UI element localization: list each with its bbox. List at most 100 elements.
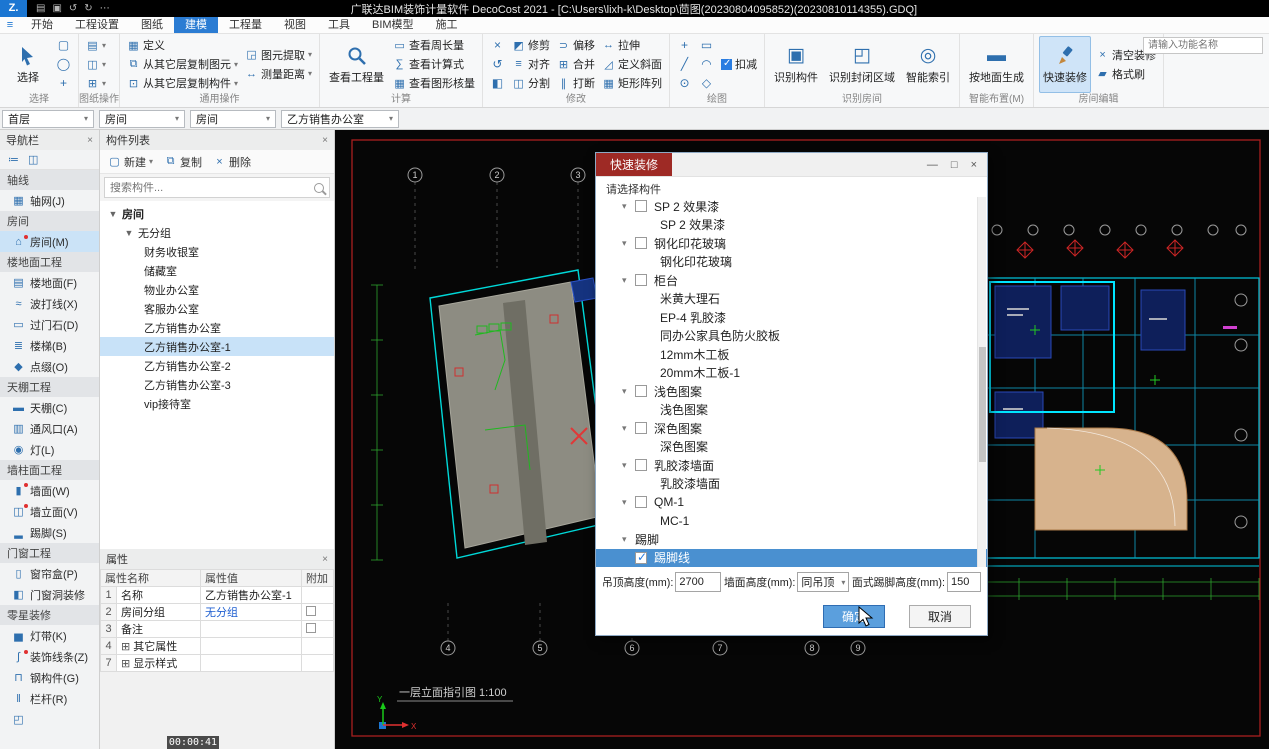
draw-arc-icon[interactable]: ◠ bbox=[697, 55, 716, 73]
tree-item[interactable]: SP 2 效果漆 bbox=[596, 216, 987, 235]
chevron-down-icon[interactable]: ▾ bbox=[622, 460, 635, 471]
tab-construction[interactable]: 施工 bbox=[425, 17, 469, 33]
sidebar-item-wall-elevation[interactable]: ◫墙立面(V) bbox=[0, 501, 99, 522]
close-icon[interactable]: × bbox=[971, 159, 977, 171]
align-button[interactable]: ≡对齐 bbox=[510, 55, 552, 73]
expand-icon[interactable]: ⊞ bbox=[121, 641, 130, 653]
tree-item[interactable]: 同办公家具色防火胶板 bbox=[596, 327, 987, 346]
nav-section-door-window-works[interactable]: 门窗工程 bbox=[0, 543, 99, 563]
sidebar-item-room[interactable]: ⌂房间(M) bbox=[0, 231, 99, 252]
wall-height-select[interactable]: 同吊顶▾ bbox=[797, 572, 849, 592]
tree-group-ungrouped[interactable]: ▼无分组 bbox=[100, 223, 334, 242]
nav-section-ceiling-works[interactable]: 天棚工程 bbox=[0, 377, 99, 397]
tree-item[interactable]: 乳胶漆墙面 bbox=[596, 475, 987, 494]
drawing-locate-button[interactable]: ⊞▾ bbox=[84, 74, 108, 92]
sidebar-item-railing[interactable]: ‖栏杆(R) bbox=[0, 688, 99, 709]
chevron-down-icon[interactable]: ▾ bbox=[622, 275, 635, 286]
define-button[interactable]: ▦定义 bbox=[125, 36, 240, 54]
tree-item[interactable]: 米黄大理石 bbox=[596, 290, 987, 309]
checkbox-unchecked[interactable] bbox=[635, 200, 647, 212]
checkbox-unchecked[interactable] bbox=[635, 385, 647, 397]
draw-circle-icon[interactable]: ⊙ bbox=[675, 74, 694, 92]
cancel-button[interactable]: 取消 bbox=[909, 605, 971, 628]
view-quantities-button[interactable]: 查看工程量 bbox=[325, 36, 388, 93]
sidebar-item-molding[interactable]: ∫装饰线条(Z) bbox=[0, 646, 99, 667]
break-button[interactable]: ∥打断 bbox=[555, 74, 597, 92]
recognize-closed-region-button[interactable]: ◰ 识别封闭区域 bbox=[825, 36, 899, 93]
tree-item-selected[interactable]: 乙方销售办公室-1 bbox=[100, 337, 334, 356]
mirror-icon[interactable]: ◧ bbox=[488, 74, 507, 92]
recognize-component-button[interactable]: ▣ 识别构件 bbox=[770, 36, 822, 93]
ceiling-height-input[interactable] bbox=[675, 572, 721, 592]
tree-item[interactable]: 物业办公室 bbox=[100, 280, 334, 299]
chevron-down-icon[interactable]: ▾ bbox=[622, 201, 635, 212]
chevron-down-icon[interactable]: ▾ bbox=[622, 423, 635, 434]
type-select[interactable]: 房间▾ bbox=[190, 110, 276, 128]
tab-quantities[interactable]: 工程量 bbox=[218, 17, 273, 33]
attach-checkbox[interactable] bbox=[306, 623, 316, 633]
component-search-input[interactable] bbox=[110, 182, 314, 194]
sidebar-item-ceiling[interactable]: ▬天棚(C) bbox=[0, 397, 99, 418]
save-icon[interactable]: ▣ bbox=[52, 3, 61, 14]
minimize-icon[interactable]: — bbox=[927, 159, 938, 171]
array-button[interactable]: ▦矩形阵列 bbox=[600, 74, 664, 92]
define-slope-button[interactable]: ◿定义斜面 bbox=[600, 55, 664, 73]
nav-section-misc-decoration[interactable]: 零星装修 bbox=[0, 605, 99, 625]
format-painter-button[interactable]: ▰格式刷 bbox=[1094, 65, 1158, 83]
generate-by-floor-button[interactable]: ▬ 按地面生成 bbox=[965, 36, 1028, 93]
list-view-icon[interactable]: ≔ bbox=[8, 153, 19, 166]
open-icon[interactable]: ▤ bbox=[36, 3, 45, 14]
tab-view[interactable]: 视图 bbox=[273, 17, 317, 33]
close-icon[interactable]: × bbox=[322, 554, 328, 565]
tree-item[interactable]: ▾深色图案 bbox=[596, 419, 987, 438]
tree-item[interactable]: ▾QM-1 bbox=[596, 493, 987, 512]
delete-component-button[interactable]: ×删除 bbox=[213, 154, 251, 170]
chevron-down-icon[interactable]: ▾ bbox=[622, 386, 635, 397]
delete-icon[interactable]: × bbox=[488, 36, 507, 54]
view-perimeter-button[interactable]: ▭查看周长量 bbox=[391, 36, 477, 54]
draw-polyline-icon[interactable]: ◇ bbox=[697, 74, 716, 92]
sidebar-item-vent[interactable]: ▥通风口(A) bbox=[0, 418, 99, 439]
nav-section-wall-works[interactable]: 墙柱面工程 bbox=[0, 460, 99, 480]
copy-elements-from-layer-button[interactable]: ⧉从其它层复制图元▾ bbox=[125, 55, 240, 73]
tree-item[interactable]: 财务收银室 bbox=[100, 242, 334, 261]
draw-line-icon[interactable]: ╱ bbox=[675, 55, 694, 73]
draw-point-icon[interactable]: + bbox=[675, 36, 694, 54]
smart-index-button[interactable]: ◎ 智能索引 bbox=[902, 36, 954, 93]
undo-icon[interactable]: ↺ bbox=[69, 3, 77, 14]
sidebar-item-light-strip[interactable]: ▅灯带(K) bbox=[0, 625, 99, 646]
lasso-select-icon[interactable]: ◯ bbox=[54, 55, 73, 73]
component-select[interactable]: 乙方销售办公室▾ bbox=[281, 110, 399, 128]
tab-start[interactable]: 开始 bbox=[20, 17, 64, 33]
chevron-down-icon[interactable]: ▾ bbox=[622, 238, 635, 249]
tree-item[interactable]: 乙方销售办公室 bbox=[100, 318, 334, 337]
tree-item[interactable]: vip接待室 bbox=[100, 394, 334, 413]
deduction-checkbox[interactable]: 扣减 bbox=[719, 55, 759, 73]
tab-tools[interactable]: 工具 bbox=[317, 17, 361, 33]
copy-component-button[interactable]: ⧉复制 bbox=[164, 154, 202, 170]
tree-item[interactable]: 乙方销售办公室-2 bbox=[100, 356, 334, 375]
stretch-button[interactable]: ↔拉伸 bbox=[600, 36, 664, 54]
tree-item[interactable]: 乙方销售办公室-3 bbox=[100, 375, 334, 394]
function-search-input[interactable] bbox=[1143, 37, 1263, 54]
drawing-manage-button[interactable]: ▤▾ bbox=[84, 36, 108, 54]
sidebar-item-opening[interactable]: ◧门窗洞装修 bbox=[0, 584, 99, 605]
panel-layout-icon[interactable]: ◫ bbox=[28, 153, 38, 166]
chevron-down-icon[interactable]: ▾ bbox=[622, 534, 635, 545]
checkbox-unchecked[interactable] bbox=[635, 237, 647, 249]
close-icon[interactable]: × bbox=[87, 135, 93, 146]
tree-item[interactable]: ▾乳胶漆墙面 bbox=[596, 456, 987, 475]
search-icon[interactable] bbox=[314, 183, 324, 193]
dialog-titlebar[interactable]: 快速装修 — □ × bbox=[596, 153, 987, 177]
nav-section-room[interactable]: 房间 bbox=[0, 211, 99, 231]
scrollbar-thumb[interactable] bbox=[979, 347, 986, 462]
category-select[interactable]: 房间▾ bbox=[99, 110, 185, 128]
rotate-icon[interactable]: ↺ bbox=[488, 55, 507, 73]
tree-item[interactable]: EP-4 乳胶漆 bbox=[596, 308, 987, 327]
tree-item[interactable]: 客服办公室 bbox=[100, 299, 334, 318]
tree-item[interactable]: ▾钢化印花玻璃 bbox=[596, 234, 987, 253]
view-formula-button[interactable]: ∑查看计算式 bbox=[391, 55, 477, 73]
tree-item[interactable]: 浅色图案 bbox=[596, 401, 987, 420]
tree-item[interactable]: ▾浅色图案 bbox=[596, 382, 987, 401]
floor-select[interactable]: 首层▾ bbox=[2, 110, 94, 128]
